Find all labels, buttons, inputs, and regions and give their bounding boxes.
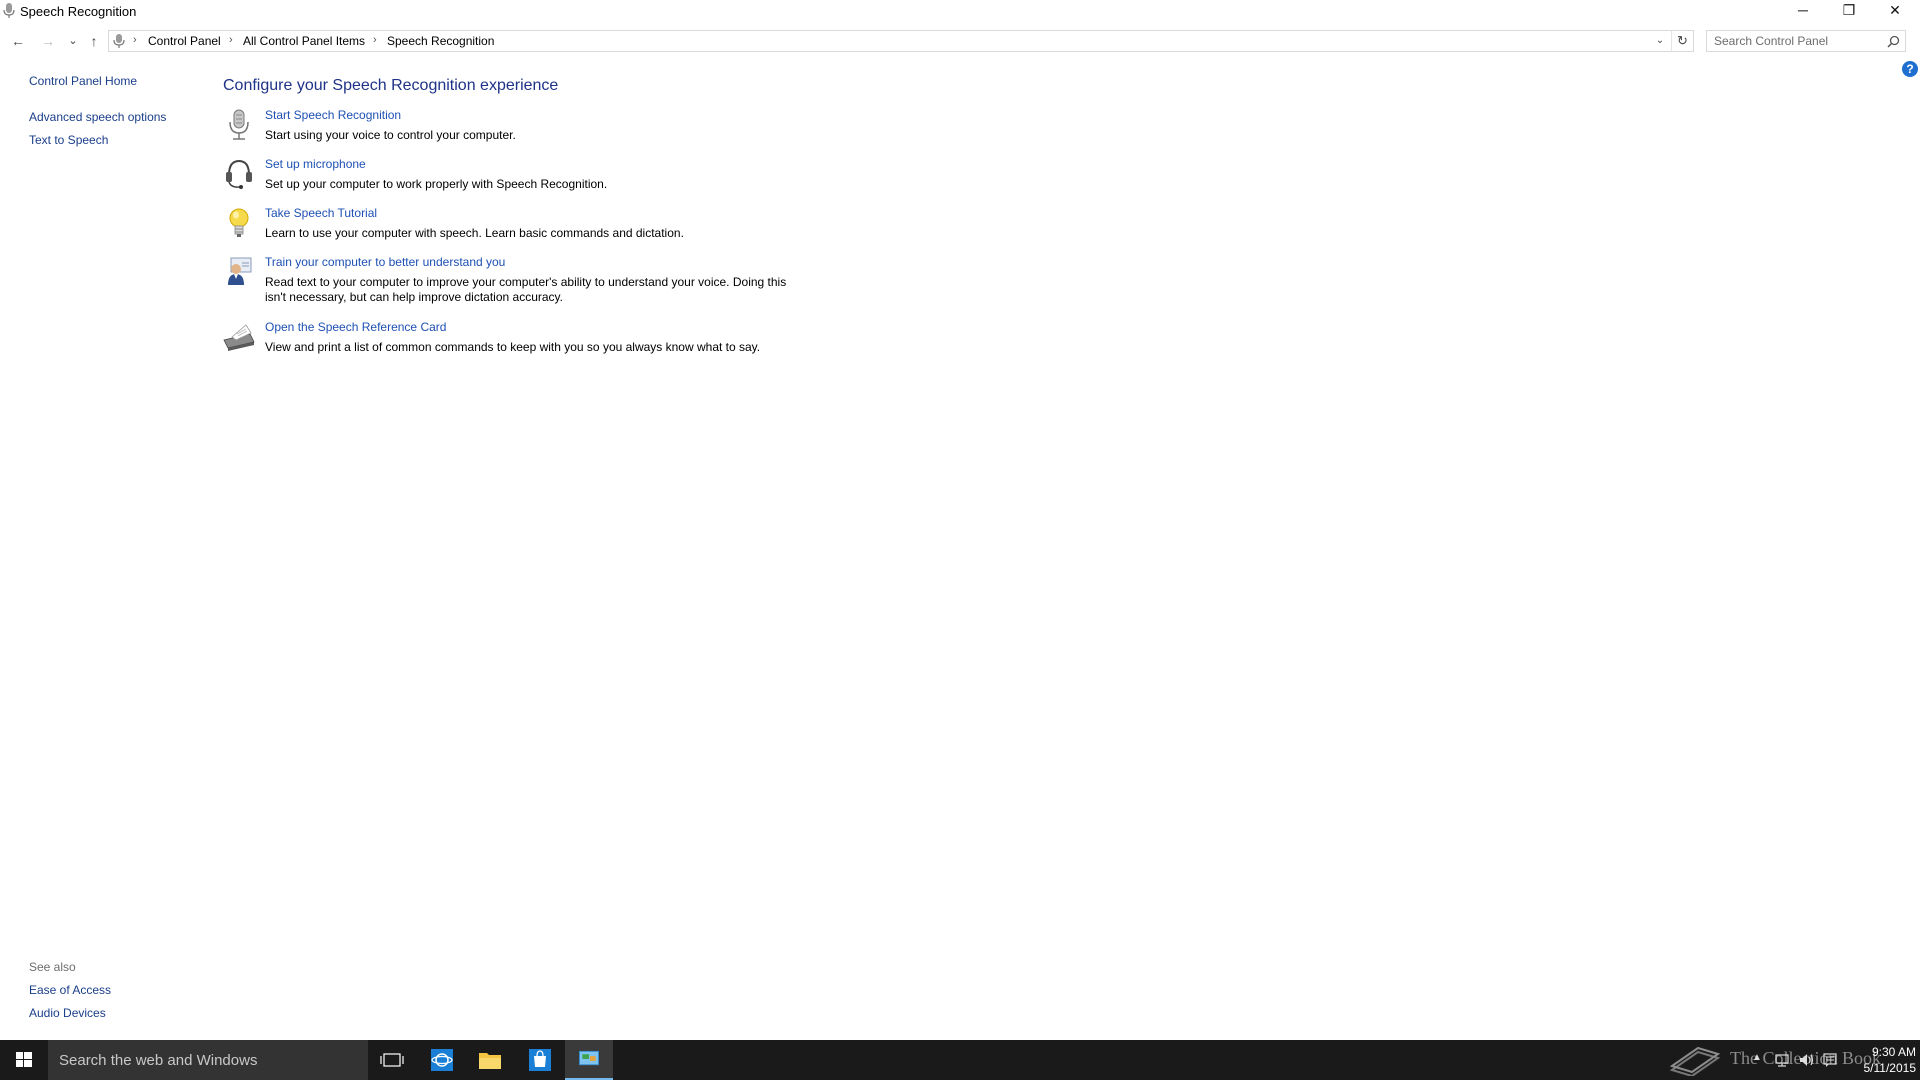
task-speech-reference-card: Open the Speech Reference Card View and … [222, 320, 922, 364]
taskbar-search-placeholder: Search the web and Windows [59, 1052, 258, 1069]
address-dropdown-button[interactable]: ⌄ [1651, 31, 1669, 51]
forward-button[interactable]: → [37, 30, 59, 52]
train-computer-link[interactable]: Train your computer to better understand… [265, 255, 505, 269]
start-speech-recognition-link[interactable]: Start Speech Recognition [265, 108, 401, 122]
microphone-icon [113, 34, 125, 48]
clock-time: 9:30 AM [1871, 1045, 1916, 1059]
breadcrumb-control-panel[interactable]: Control Panel [148, 34, 221, 48]
taskbar-search-box[interactable]: Search the web and Windows [48, 1040, 368, 1080]
close-button[interactable]: ✕ [1872, 0, 1918, 22]
window-title: Speech Recognition [20, 4, 137, 19]
show-hidden-icons-button[interactable]: ▲ [1752, 1052, 1762, 1063]
task-speech-tutorial: Take Speech Tutorial Learn to use your c… [222, 206, 922, 250]
file-explorer-icon[interactable] [466, 1040, 514, 1080]
back-button[interactable]: ← [7, 30, 29, 52]
title-bar: Speech Recognition ─ ❐ ✕ [0, 0, 1920, 22]
refresh-button[interactable]: ↻ [1671, 31, 1693, 51]
user-training-icon [228, 257, 252, 285]
text-to-speech-link[interactable]: Text to Speech [29, 133, 108, 147]
search-icon[interactable] [1887, 35, 1900, 48]
control-panel-icon[interactable] [565, 1040, 613, 1080]
search-input[interactable]: Search Control Panel [1706, 30, 1906, 52]
left-pane: Control Panel Home Advanced speech optio… [0, 60, 210, 1030]
task-view-icon[interactable] [368, 1040, 416, 1080]
breadcrumb-separator: › [229, 34, 233, 46]
book-logo-icon [1669, 1046, 1721, 1076]
task-description: Set up your computer to work properly wi… [265, 177, 608, 191]
volume-icon[interactable] [1798, 1052, 1814, 1068]
microphone-icon [229, 109, 249, 140]
task-description: Learn to use your computer with speech. … [265, 226, 684, 240]
audio-devices-link[interactable]: Audio Devices [29, 1006, 106, 1020]
take-speech-tutorial-link[interactable]: Take Speech Tutorial [265, 206, 377, 220]
task-set-up-microphone: Set up microphone Set up your computer t… [222, 157, 922, 201]
control-panel-home-link[interactable]: Control Panel Home [29, 74, 137, 88]
up-button[interactable]: ↑ [83, 30, 105, 52]
minimize-button[interactable]: ─ [1780, 0, 1826, 22]
headset-icon [226, 159, 252, 189]
help-button[interactable]: ? [1902, 61, 1918, 77]
set-up-microphone-link[interactable]: Set up microphone [265, 157, 366, 171]
taskbar-clock[interactable]: 9:30 AM 5/11/2015 [1838, 1044, 1917, 1076]
microphone-app-icon [3, 3, 15, 18]
task-start-speech-recognition: Start Speech Recognition Start using you… [222, 108, 922, 152]
task-description: Read text to your computer to improve yo… [265, 275, 787, 304]
breadcrumb-separator: › [373, 34, 377, 46]
breadcrumb-separator: › [133, 34, 137, 46]
lightbulb-icon [229, 208, 249, 237]
network-icon[interactable] [1774, 1052, 1790, 1068]
task-train-computer: Train your computer to better understand… [222, 255, 922, 304]
task-description: Start using your voice to control your c… [265, 128, 516, 142]
breadcrumb-all-items[interactable]: All Control Panel Items [243, 34, 365, 48]
start-button-windows-icon[interactable] [0, 1040, 48, 1080]
breadcrumb-speech-recognition[interactable]: Speech Recognition [387, 34, 494, 48]
taskbar: Search the web and Windows The Collectio… [0, 1040, 1920, 1080]
see-also-label: See also [29, 960, 76, 974]
ease-of-access-link[interactable]: Ease of Access [29, 983, 111, 997]
action-center-icon[interactable] [1822, 1052, 1838, 1068]
task-description: View and print a list of common commands… [265, 340, 761, 354]
maximize-button[interactable]: ❐ [1826, 0, 1872, 22]
address-bar[interactable]: › Control Panel › All Control Panel Item… [108, 30, 1694, 52]
clock-date: 5/11/2015 [1863, 1061, 1917, 1075]
printer-icon [223, 324, 255, 351]
store-icon[interactable] [516, 1040, 564, 1080]
recent-locations-button[interactable]: ⌄ [62, 30, 84, 52]
search-placeholder: Search Control Panel [1714, 34, 1829, 48]
page-title: Configure your Speech Recognition experi… [223, 77, 559, 94]
advanced-speech-options-link[interactable]: Advanced speech options [29, 110, 166, 124]
open-speech-reference-card-link[interactable]: Open the Speech Reference Card [265, 320, 446, 334]
navigation-bar: ← → ⌄ ↑ › Control Panel › All Control Pa… [0, 30, 1920, 52]
internet-explorer-icon[interactable] [418, 1040, 466, 1080]
